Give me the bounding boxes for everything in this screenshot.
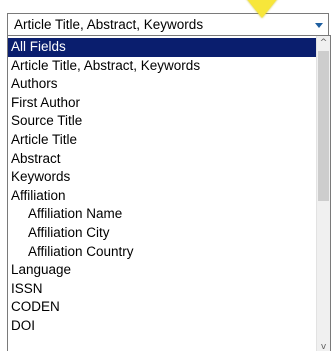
dropdown-option[interactable]: Source Title [8,112,316,131]
dropdown-option[interactable]: Affiliation [8,187,316,206]
dropdown-option[interactable]: Language [8,261,316,280]
dropdown-option[interactable]: All Fields [8,38,316,57]
dropdown-option[interactable]: Affiliation City [8,224,316,243]
dropdown-option[interactable]: ISSN [8,280,316,299]
dropdown-option[interactable]: First Author [8,94,316,113]
options-listbox[interactable]: All Fields Article Title, Abstract, Keywo… [7,35,331,351]
dropdown-option[interactable]: Abstract [8,150,316,169]
dropdown-option[interactable]: Article Title, Abstract, Keywords [8,57,316,76]
dropdown-option[interactable]: Authors [8,75,316,94]
scroll-down-icon[interactable]: v [317,340,330,351]
vertical-scrollbar[interactable]: ^ v [316,36,330,351]
search-field-dropdown: Article Title, Abstract, Keywords All Fi… [0,0,331,351]
dropdown-option[interactable]: CODEN [8,298,316,317]
select-current-value: Article Title, Abstract, Keywords [14,17,204,32]
scroll-up-icon[interactable]: ^ [317,36,330,50]
scroll-thumb[interactable] [318,51,329,201]
highlight-pointer [238,0,286,18]
triangle-down-icon[interactable] [315,23,323,28]
dropdown-option[interactable]: Article Title [8,131,316,150]
options-list: All Fields Article Title, Abstract, Keywo… [8,38,316,336]
dropdown-option[interactable]: Keywords [8,168,316,187]
dropdown-option[interactable]: Affiliation Name [8,205,316,224]
dropdown-option[interactable]: DOI [8,317,316,336]
dropdown-option[interactable]: Affiliation Country [8,243,316,262]
